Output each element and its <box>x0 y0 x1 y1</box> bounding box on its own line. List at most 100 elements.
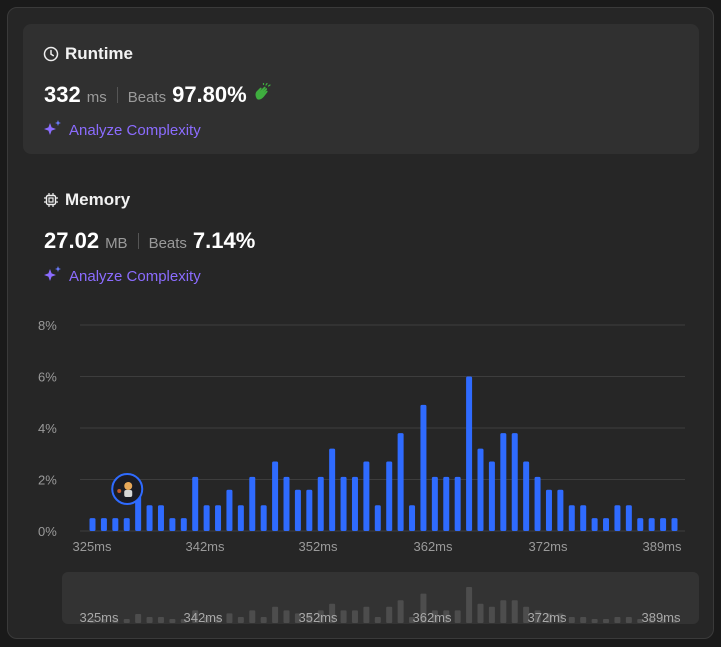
x-tick-label: 372ms <box>528 539 568 554</box>
chart-bar[interactable] <box>591 518 598 531</box>
chart-bar[interactable] <box>477 448 484 531</box>
chart-bar[interactable] <box>123 518 130 531</box>
chart-bar[interactable] <box>329 448 336 531</box>
minimap-bar <box>466 587 473 623</box>
minimap-tick-label: 342ms <box>183 610 223 624</box>
chart-bar[interactable] <box>386 461 393 531</box>
user-avatar-marker[interactable] <box>111 473 144 505</box>
minimap-tick-label: 372ms <box>527 610 567 624</box>
minimap-bar <box>135 614 142 623</box>
x-tick-label: 325ms <box>72 539 112 554</box>
chart-bar[interactable] <box>215 505 222 531</box>
y-tick-label: 0% <box>38 524 57 539</box>
chart-bar[interactable] <box>625 505 632 531</box>
minimap-bar <box>351 610 358 623</box>
chart-bar[interactable] <box>180 518 187 531</box>
chart-bar[interactable] <box>409 505 416 531</box>
minimap-bar <box>580 617 587 623</box>
y-tick-label: 2% <box>38 473 57 488</box>
chart-bar[interactable] <box>203 505 210 531</box>
chart-bar[interactable] <box>557 489 564 531</box>
minimap-bar <box>374 617 381 623</box>
chart-bar[interactable] <box>89 518 96 531</box>
minimap-bar <box>249 610 256 623</box>
chart-bar[interactable] <box>283 476 290 531</box>
chart-bar[interactable] <box>294 489 301 531</box>
y-tick-label: 8% <box>38 318 57 333</box>
avatar-figure-body <box>124 490 133 497</box>
minimap-bar <box>488 606 495 623</box>
minimap-bar <box>568 617 575 623</box>
minimap-bar <box>591 619 598 623</box>
chart-bar[interactable] <box>500 433 507 531</box>
chart-bar[interactable] <box>454 476 461 531</box>
chart-bar[interactable] <box>374 505 381 531</box>
chart-bar[interactable] <box>226 489 233 531</box>
chart-bar[interactable] <box>272 461 279 531</box>
minimap-bar <box>625 617 632 623</box>
chart-bar[interactable] <box>580 505 587 531</box>
y-tick-label: 4% <box>38 421 57 436</box>
minimap-bar <box>157 617 164 623</box>
minimap-tick-label: 362ms <box>412 610 452 624</box>
chart-bar[interactable] <box>660 518 667 531</box>
chart-bar[interactable] <box>112 518 119 531</box>
minimap-bar <box>237 617 244 623</box>
chart-bar[interactable] <box>614 505 621 531</box>
runtime-distribution-chart[interactable]: 0% 2% 4% 6% 8% 325ms 342ms 352ms 362ms 372ms 389ms <box>0 0 721 647</box>
chart-bar[interactable] <box>317 476 324 531</box>
chart-bar[interactable] <box>648 518 655 531</box>
x-tick-label: 389ms <box>642 539 682 554</box>
x-tick-label: 342ms <box>185 539 225 554</box>
chart-bar[interactable] <box>523 461 530 531</box>
chart-bar[interactable] <box>511 433 518 531</box>
x-tick-label: 352ms <box>298 539 338 554</box>
chart-bar[interactable] <box>443 476 450 531</box>
chart-bar[interactable] <box>146 505 153 531</box>
chart-bar[interactable] <box>603 518 610 531</box>
x-tick-label: 362ms <box>413 539 453 554</box>
chart-bar[interactable] <box>260 505 267 531</box>
chart-bar[interactable] <box>192 476 199 531</box>
minimap-bar <box>123 619 130 623</box>
chart-bar[interactable] <box>157 505 164 531</box>
avatar-detail <box>117 489 122 493</box>
y-tick-label: 6% <box>38 370 57 385</box>
chart-bar[interactable] <box>637 518 644 531</box>
minimap-bar <box>146 617 153 623</box>
chart-bar[interactable] <box>363 461 370 531</box>
chart-bar[interactable] <box>420 404 427 531</box>
chart-bar[interactable] <box>466 376 473 532</box>
minimap-tick-label: 352ms <box>298 610 338 624</box>
minimap-bar <box>283 610 290 623</box>
minimap-bar <box>454 610 461 623</box>
chart-bar[interactable] <box>340 476 347 531</box>
minimap-tick-label: 325ms <box>79 610 119 624</box>
chart-bar[interactable] <box>397 433 404 531</box>
minimap-bar <box>397 600 404 623</box>
chart-bar[interactable] <box>488 461 495 531</box>
minimap-bar <box>169 619 176 623</box>
chart-bar[interactable] <box>568 505 575 531</box>
chart-bar[interactable] <box>351 476 358 531</box>
chart-bar[interactable] <box>534 476 541 531</box>
minimap-chart[interactable]: 325ms 342ms 352ms 362ms 372ms 389ms <box>62 572 699 624</box>
chart-bar[interactable] <box>306 489 313 531</box>
chart-bar[interactable] <box>169 518 176 531</box>
chart-range-minimap[interactable]: 325ms 342ms 352ms 362ms 372ms 389ms <box>62 572 699 624</box>
minimap-bar <box>386 606 393 623</box>
avatar-figure <box>124 482 133 490</box>
chart-bar[interactable] <box>431 476 438 531</box>
minimap-bar <box>477 603 484 623</box>
chart-bar[interactable] <box>545 489 552 531</box>
minimap-bar <box>614 617 621 623</box>
chart-bar[interactable] <box>671 518 678 531</box>
chart-bar[interactable] <box>249 476 256 531</box>
minimap-bar <box>272 606 279 623</box>
chart-bar[interactable] <box>100 518 107 531</box>
minimap-bar <box>603 619 610 623</box>
minimap-tick-label: 389ms <box>641 610 681 624</box>
minimap-bar <box>363 606 370 623</box>
minimap-bar <box>500 600 507 623</box>
chart-bar[interactable] <box>237 505 244 531</box>
